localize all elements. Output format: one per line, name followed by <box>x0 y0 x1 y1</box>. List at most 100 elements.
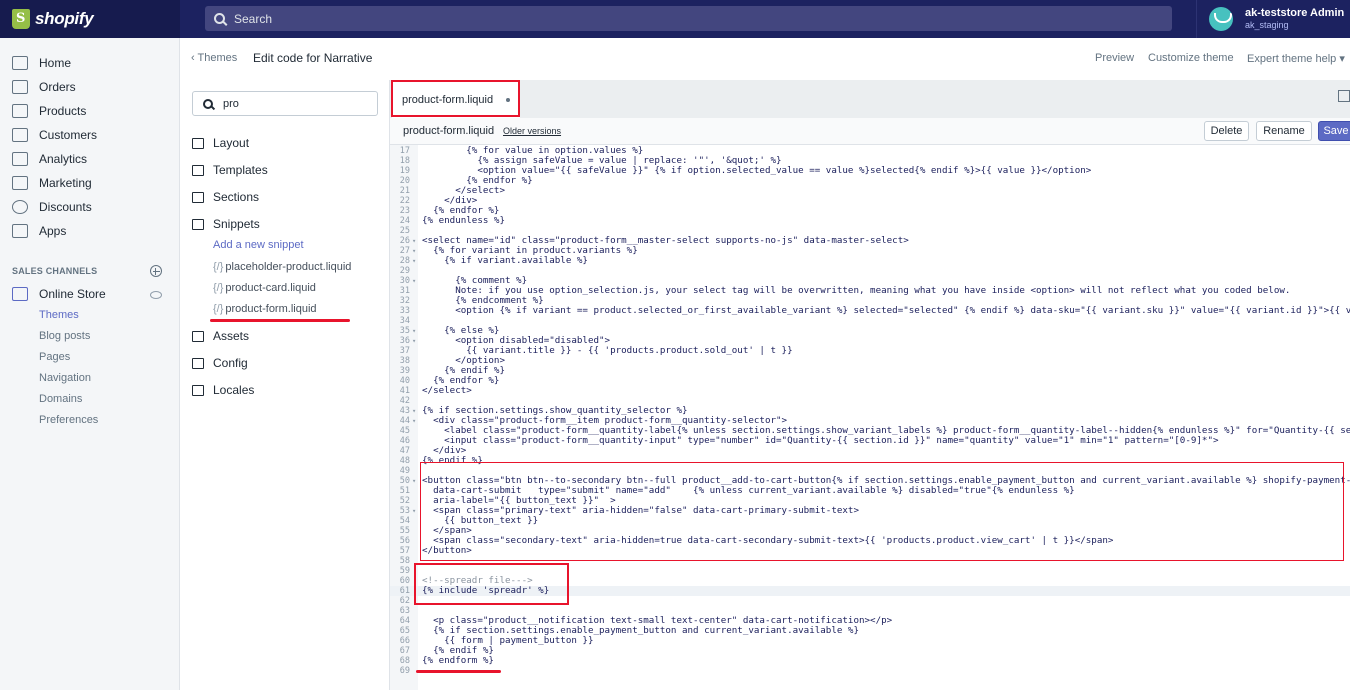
folder-layout[interactable]: Layout <box>192 135 249 151</box>
line-number: 41 <box>399 386 410 396</box>
line-number: 49 <box>399 466 410 476</box>
code-line[interactable]: 20 {% endfor %} <box>390 176 1350 187</box>
folder-sections[interactable]: Sections <box>192 189 259 205</box>
nav-home[interactable]: Home <box>12 53 71 73</box>
code-editor[interactable]: 17 {% for value in option.values %} 18 {%… <box>390 145 1350 690</box>
add-channel-icon[interactable] <box>150 265 162 277</box>
code-line[interactable]: 62 <box>390 596 1350 606</box>
line-number: 52 <box>399 496 410 506</box>
line-number: 35 <box>399 326 410 336</box>
file-search-input[interactable]: pro <box>192 91 378 116</box>
fold-arrow-icon[interactable]: ▾ <box>412 276 416 286</box>
code-line[interactable]: 67 {% endif %} <box>390 646 1350 657</box>
person-icon <box>12 128 28 142</box>
code-line[interactable]: 22 </div> <box>390 196 1350 207</box>
code-line[interactable]: 24 {% endunless %} <box>390 216 1350 227</box>
fold-arrow-icon[interactable]: ▾ <box>412 336 416 346</box>
code-line[interactable]: 69 <box>390 666 1350 676</box>
nav-customers[interactable]: Customers <box>12 125 97 145</box>
code-line[interactable]: 57 </button> <box>390 546 1350 557</box>
code-line[interactable]: 23 {% endfor %} <box>390 206 1350 217</box>
code-line[interactable]: 56 <span class="secondary-text" aria-hid… <box>390 535 1350 547</box>
code-line[interactable]: 58 <box>390 556 1350 566</box>
nav-navigation[interactable]: Navigation <box>39 372 91 384</box>
account-menu[interactable]: ak-teststore Admin ak_staging <box>1196 0 1350 38</box>
code-line[interactable]: 29 <box>390 266 1350 276</box>
nav-themes[interactable]: Themes <box>39 309 79 321</box>
fold-arrow-icon[interactable]: ▾ <box>412 476 416 486</box>
file-placeholder-product[interactable]: {/} placeholder-product.liquid <box>213 261 351 273</box>
line-number: 32 <box>399 296 410 306</box>
fold-arrow-icon[interactable]: ▾ <box>412 506 416 516</box>
nav-preferences[interactable]: Preferences <box>39 414 98 426</box>
nav-label: Home <box>39 56 72 70</box>
code-line[interactable]: 39 {% endif %} <box>390 366 1350 377</box>
view-store-icon[interactable] <box>150 291 162 299</box>
nav-pages[interactable]: Pages <box>39 351 70 363</box>
code-line[interactable]: 54 {{ button_text }} <box>390 516 1350 527</box>
code-line[interactable]: 28 ▾ {% if variant.available %} <box>390 256 1350 267</box>
fold-arrow-icon[interactable]: ▾ <box>412 416 416 426</box>
code-line[interactable]: 61 {% include 'spreadr' %} <box>390 586 1350 596</box>
preview-link[interactable]: Preview <box>1095 52 1134 64</box>
rename-button[interactable]: Rename <box>1256 121 1312 141</box>
folder-snippets[interactable]: Snippets <box>192 216 260 232</box>
nav-orders[interactable]: Orders <box>12 77 76 97</box>
expert-help-dropdown[interactable]: Expert theme help ▾ <box>1247 52 1345 65</box>
fold-arrow-icon[interactable]: ▾ <box>412 236 416 246</box>
folder-assets[interactable]: Assets <box>192 328 249 344</box>
nav-apps[interactable]: Apps <box>12 221 66 241</box>
code-line[interactable]: 34 <box>390 316 1350 326</box>
file-label: product-form.liquid <box>225 303 317 315</box>
fold-arrow-icon[interactable]: ▾ <box>412 326 416 336</box>
customize-theme-link[interactable]: Customize theme <box>1148 52 1234 64</box>
nav-discounts[interactable]: Discounts <box>12 197 92 217</box>
code-line[interactable]: 33 <option {% if variant == product.sele… <box>390 306 1350 317</box>
code-line[interactable]: 38 </option> <box>390 356 1350 367</box>
global-search-input[interactable]: Search <box>205 6 1172 31</box>
delete-button[interactable]: Delete <box>1204 121 1249 141</box>
line-number: 50 <box>399 476 410 486</box>
nav-domains[interactable]: Domains <box>39 393 82 405</box>
nav-marketing[interactable]: Marketing <box>12 173 92 193</box>
folder-templates[interactable]: Templates <box>192 162 268 178</box>
code-line[interactable]: 21 </select> <box>390 186 1350 197</box>
code-line[interactable]: 46 <input class="product-form__quantity-… <box>390 436 1350 447</box>
save-button[interactable]: Save <box>1318 121 1350 141</box>
line-number: 31 <box>399 286 410 296</box>
code-line[interactable]: 19 <option value="{{ safeValue }}" {% if… <box>390 166 1350 177</box>
line-number: 29 <box>399 266 410 276</box>
nav-analytics[interactable]: Analytics <box>12 149 87 169</box>
code-line[interactable]: 47 </div> <box>390 446 1350 457</box>
fullscreen-icon[interactable] <box>1338 90 1350 102</box>
code-line[interactable]: 37 {{ variant.title }} - {{ 'products.pr… <box>390 346 1350 357</box>
code-line[interactable]: 41 </select> <box>390 385 1350 397</box>
folder-config[interactable]: Config <box>192 355 248 371</box>
nav-label: Online Store <box>39 287 106 301</box>
code-line[interactable]: 59 <box>390 566 1350 576</box>
code-line[interactable]: 40 {% endfor %} <box>390 376 1350 387</box>
nav-products[interactable]: Products <box>12 101 86 121</box>
fold-arrow-icon[interactable]: ▾ <box>412 246 416 256</box>
code-line[interactable]: 48 {% endif %} <box>390 455 1350 467</box>
tab-product-form[interactable]: product-form.liquid <box>392 82 520 118</box>
line-number: 62 <box>399 596 410 606</box>
add-snippet-link[interactable]: Add a new snippet <box>213 239 304 251</box>
line-text: <span class="secondary-text" aria-hidden… <box>422 535 1114 546</box>
older-versions-link[interactable]: Older versions <box>503 126 561 136</box>
fold-arrow-icon[interactable]: ▾ <box>412 256 416 266</box>
line-number: 65 <box>399 626 410 636</box>
nav-label: Analytics <box>39 152 88 166</box>
folder-locales[interactable]: Locales <box>192 382 254 398</box>
fold-arrow-icon[interactable]: ▾ <box>412 406 416 416</box>
nav-blog-posts[interactable]: Blog posts <box>39 330 90 342</box>
nav-online-store[interactable]: Online Store <box>12 284 106 304</box>
line-text: {% endif %} <box>422 455 483 466</box>
file-product-form[interactable]: {/} product-form.liquid <box>213 303 317 315</box>
file-product-card[interactable]: {/} product-card.liquid <box>213 282 316 294</box>
shopify-logo[interactable]: shopify <box>0 0 180 38</box>
code-line[interactable]: 66 {{ form | payment_button }} <box>390 636 1350 647</box>
line-text: </select> <box>422 385 472 396</box>
back-to-themes-link[interactable]: ‹ Themes <box>191 52 237 64</box>
code-line[interactable]: 68 {% endform %} <box>390 656 1350 667</box>
